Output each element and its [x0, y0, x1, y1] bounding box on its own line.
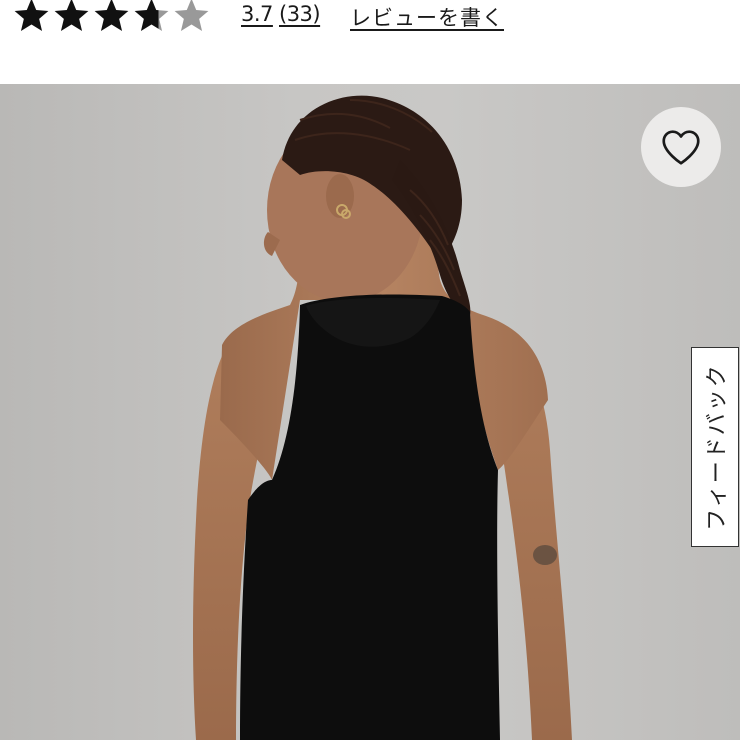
favorite-button[interactable]: [641, 107, 721, 187]
star-full-icon: [14, 0, 49, 31]
feedback-tab[interactable]: フィードバック: [691, 347, 739, 547]
star-full-icon: [54, 0, 89, 31]
product-page: 3.7 (33) レビューを書く フィードバック: [0, 0, 740, 740]
star-empty-icon: [174, 0, 209, 31]
star-rating: [12, 0, 211, 36]
star-full-icon: [94, 0, 129, 31]
heart-outline-icon: [662, 130, 700, 165]
rating-value-link[interactable]: 3.7: [241, 2, 273, 26]
star-partial-icon: [134, 0, 169, 31]
review-count-link[interactable]: (33): [279, 2, 321, 26]
write-review-link[interactable]: レビューを書く: [350, 2, 504, 32]
feedback-label: フィードバック: [705, 363, 730, 531]
rating-bar: 3.7 (33) レビューを書く: [0, 0, 740, 84]
product-image: フィードバック: [0, 84, 740, 740]
model-photo: [193, 95, 572, 740]
